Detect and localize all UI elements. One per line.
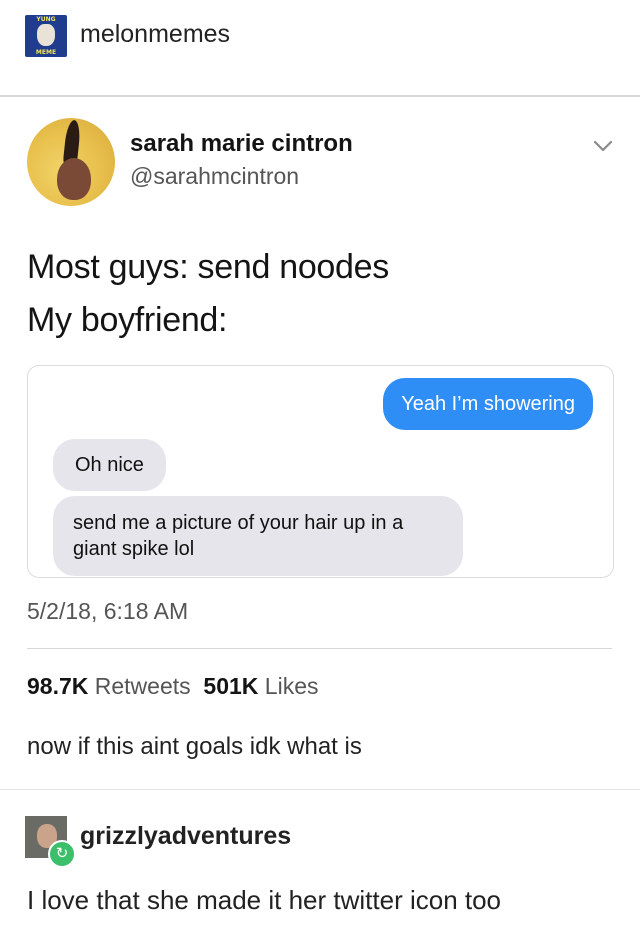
tweet-avatar	[27, 118, 115, 206]
post-header: YUNG MEME melonmemes	[0, 0, 640, 96]
post-caption: now if this aint goals idk what is	[27, 733, 362, 760]
avatar-text-bottom: MEME	[35, 49, 57, 56]
reblog-icon: ↻	[48, 840, 76, 868]
avatar-face	[37, 24, 55, 46]
retweets-count: 98.7K	[27, 673, 89, 699]
incoming-message-bubble: Oh nice	[53, 439, 166, 491]
tweet-handle: @sarahmcintron	[130, 163, 300, 189]
header-divider	[0, 95, 640, 97]
avatar-head	[57, 158, 91, 200]
tweet-text-line-2: My boyfriend:	[27, 301, 228, 339]
reblog-divider	[0, 789, 640, 790]
incoming-message-bubble: send me a picture of your hair up in a g…	[53, 496, 463, 576]
tweet-timestamp: 5/2/18, 6:18 AM	[27, 598, 189, 624]
chevron-down-icon	[593, 140, 613, 152]
reblog-comment: I love that she made it her twitter icon…	[27, 885, 502, 915]
blog-name[interactable]: melonmemes	[80, 20, 230, 49]
tweet-divider	[27, 648, 612, 649]
likes-label: Likes	[264, 673, 319, 699]
retweets-label: Retweets	[94, 673, 191, 699]
blog-avatar[interactable]: YUNG MEME	[25, 15, 67, 57]
likes-count: 501K	[203, 673, 259, 699]
outgoing-message-bubble: Yeah I’m showering	[383, 378, 593, 430]
avatar-text-top: YUNG	[36, 16, 56, 23]
tweet-text-line-1: Most guys: send noodes	[27, 248, 389, 286]
tweet-display-name: sarah marie cintron	[130, 130, 353, 157]
reblogger-name[interactable]: grizzlyadventures	[80, 822, 291, 851]
message-screenshot-card: Yeah I’m showering Oh nice send me a pic…	[27, 365, 614, 578]
tweet-stats: 98.7K Retweets 501K Likes	[27, 673, 319, 700]
